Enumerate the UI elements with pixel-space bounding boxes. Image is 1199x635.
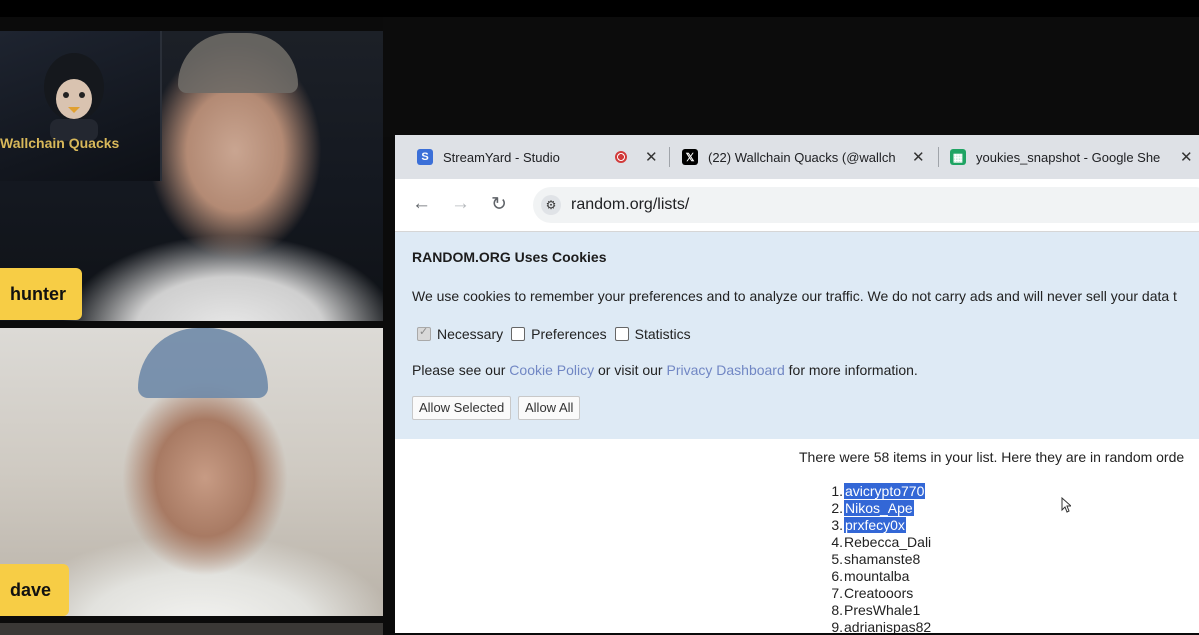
reload-icon[interactable]: ↻ — [491, 193, 507, 216]
list-item-text[interactable]: Creatooors — [844, 585, 913, 601]
cookie-title: RANDOM.ORG Uses Cookies — [412, 249, 607, 265]
hair-shape — [178, 33, 298, 93]
list-item[interactable]: 5.shamanste8 — [815, 551, 931, 568]
list-item[interactable]: 6.mountalba — [815, 568, 931, 585]
list-number: 5. — [831, 551, 843, 567]
preferences-label[interactable]: Preferences — [531, 326, 606, 342]
allow-selected-button[interactable]: Allow Selected — [412, 396, 512, 420]
privacy-dashboard-link[interactable]: Privacy Dashboard — [666, 362, 784, 378]
cookie-info-suffix: for more information. — [788, 362, 918, 378]
list-item-text[interactable]: Rebecca_Dali — [844, 534, 931, 550]
preferences-checkbox[interactable] — [511, 327, 526, 341]
list-item[interactable]: 7.Creatooors — [815, 585, 931, 602]
name-tag-dave: dave — [0, 564, 69, 616]
list-number: 9. — [831, 619, 843, 633]
forward-arrow-icon[interactable]: → — [451, 193, 470, 215]
tab-streamyard[interactable]: S StreamYard - Studio ✕ — [417, 135, 667, 179]
list-item-text[interactable]: mountalba — [844, 568, 909, 584]
cap-shape — [138, 328, 268, 398]
list-item-text[interactable]: PresWhale1 — [844, 602, 920, 618]
list-item[interactable]: 8.PresWhale1 — [815, 602, 931, 619]
mouse-cursor-icon — [1061, 497, 1071, 513]
list-item[interactable]: 4.Rebecca_Dali — [815, 534, 931, 551]
allow-all-button[interactable]: Allow All — [518, 396, 581, 420]
tab-wallchain-x[interactable]: 𝕏 (22) Wallchain Quacks (@wallch ✕ — [682, 135, 932, 179]
stage-background — [383, 17, 1199, 137]
list-number: 4. — [831, 534, 843, 550]
top-bar — [0, 0, 1199, 17]
video-tile-partial — [0, 623, 383, 635]
tab-divider — [938, 147, 939, 167]
poster-text: Wallchain Quacks — [0, 135, 120, 151]
list-item-text[interactable]: Nikos_Ape — [844, 500, 914, 516]
list-item-text[interactable]: prxfecy0x — [844, 517, 906, 533]
tab-strip: S StreamYard - Studio ✕ 𝕏 (22) Wallchain… — [395, 135, 1199, 179]
streamyard-icon: S — [417, 149, 433, 165]
x-icon: 𝕏 — [682, 149, 698, 165]
list-number: 7. — [831, 585, 843, 601]
necessary-checkbox — [417, 325, 431, 341]
list-item-text[interactable]: adrianispas82 — [844, 619, 931, 633]
list-item-text[interactable]: shamanste8 — [844, 551, 920, 567]
tab-title: (22) Wallchain Quacks (@wallch — [708, 149, 896, 165]
list-number: 2. — [831, 500, 843, 516]
tab-title: youkies_snapshot - Google She — [976, 149, 1161, 165]
penguin-mascot-icon — [44, 53, 104, 141]
cookie-banner: RANDOM.ORG Uses Cookies We use cookies t… — [395, 232, 1199, 439]
list-number: 8. — [831, 602, 843, 618]
name-tag-hunter: hunter — [0, 268, 82, 320]
necessary-label: Necessary — [437, 326, 504, 342]
list-item-text[interactable]: avicrypto770 — [844, 483, 926, 499]
address-bar[interactable]: ⚙ random.org/lists/ — [533, 187, 1199, 223]
browser-window: S StreamYard - Studio ✕ 𝕏 (22) Wallchain… — [395, 135, 1199, 633]
tab-title: StreamYard - Studio — [443, 149, 560, 165]
cookie-description: We use cookies to remember your preferen… — [412, 288, 1177, 304]
list-item[interactable]: 1. avicrypto770 — [815, 483, 931, 500]
results-summary: There were 58 items in your list. Here t… — [799, 449, 1185, 465]
recording-icon — [615, 151, 627, 163]
cookie-info-middle: or visit our — [598, 362, 663, 378]
results-list: 1. avicrypto770 2. Nikos_Ape 3. prxfecy0x 4… — [815, 483, 931, 633]
wallchain-poster: Wallchain Quacks — [0, 31, 162, 181]
list-number: 1. — [831, 483, 843, 499]
list-item[interactable]: 3. prxfecy0x — [815, 517, 931, 534]
list-item[interactable]: 2. Nikos_Ape — [815, 500, 931, 517]
url-text[interactable]: random.org/lists/ — [571, 196, 689, 214]
back-arrow-icon[interactable]: ← — [412, 193, 431, 215]
tab-divider — [669, 147, 670, 167]
tab-close-icon[interactable]: ✕ — [912, 148, 925, 166]
browser-toolbar: ← → ↻ ⚙ random.org/lists/ — [395, 179, 1199, 232]
list-number: 3. — [831, 517, 843, 533]
statistics-label[interactable]: Statistics — [635, 326, 691, 342]
tab-close-icon[interactable]: ✕ — [1180, 148, 1193, 166]
cookie-checkboxes: Necessary Preferences Statistics — [417, 325, 699, 342]
google-sheets-icon: ▦ — [950, 149, 966, 165]
site-settings-icon[interactable]: ⚙ — [541, 195, 561, 215]
list-number: 6. — [831, 568, 843, 584]
list-item[interactable]: 9.adrianispas82 — [815, 619, 931, 633]
results-content: There were 58 items in your list. Here t… — [395, 439, 1199, 633]
tab-close-icon[interactable]: ✕ — [645, 148, 658, 166]
statistics-checkbox[interactable] — [614, 327, 629, 341]
cookie-info-line: Please see our Cookie Policy or visit ou… — [412, 362, 918, 378]
cookie-info-prefix: Please see our — [412, 362, 506, 378]
tab-google-sheets[interactable]: ▦ youkies_snapshot - Google She ✕ — [950, 135, 1199, 179]
cookie-policy-link[interactable]: Cookie Policy — [509, 362, 594, 378]
